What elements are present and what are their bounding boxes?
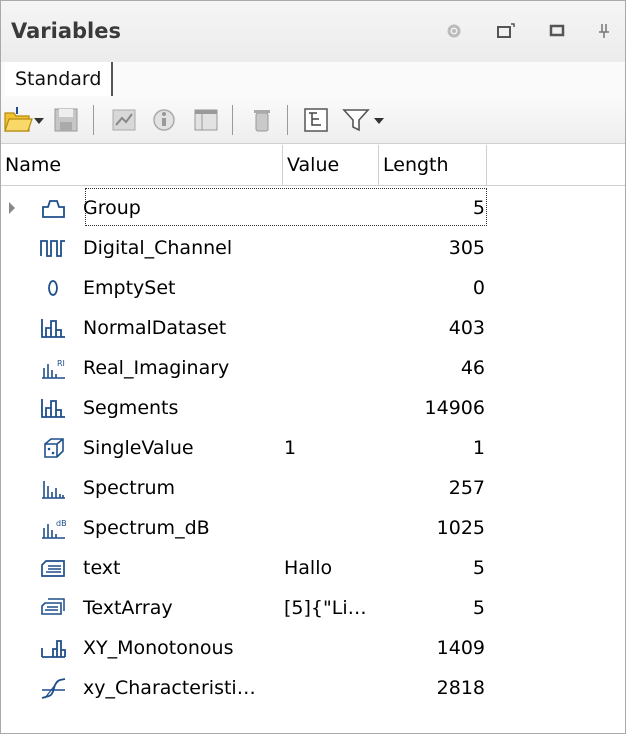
row-name: Spectrum <box>83 477 176 499</box>
variables-panel: Variables Standard Name Value Length Gro… <box>0 0 626 734</box>
digital-channel-icon <box>40 240 65 257</box>
xy-characteristic-icon <box>41 678 66 699</box>
open-folder-icon[interactable] <box>3 105 33 135</box>
table-icon[interactable] <box>191 105 221 135</box>
row-value: 1 <box>284 437 297 459</box>
toolbar-separator <box>93 105 94 135</box>
delete-icon[interactable] <box>247 105 277 135</box>
row-value: [5]{"Li… <box>284 597 367 619</box>
column-header-name[interactable]: Name <box>1 145 283 185</box>
row-name: xy_Characteristi… <box>83 677 256 699</box>
maximize-icon[interactable] <box>547 21 567 41</box>
row-name: SingleValue <box>83 437 194 459</box>
save-icon[interactable] <box>51 105 81 135</box>
row-name: XY_Monotonous <box>83 637 234 659</box>
info-icon[interactable] <box>149 105 179 135</box>
table-row[interactable]: Group 5 <box>1 188 625 228</box>
table-row[interactable]: Digital_Channel 305 <box>1 228 625 268</box>
table-row[interactable]: TextArray [5]{"Li… 5 <box>1 588 625 628</box>
row-length: 1025 <box>436 517 485 539</box>
table-row[interactable]: XY_Monotonous 1409 <box>1 628 625 668</box>
row-value: Hallo <box>284 557 333 579</box>
dataset-icon <box>41 399 65 418</box>
column-header-value[interactable]: Value <box>283 145 379 185</box>
tree-icon[interactable] <box>301 105 331 135</box>
row-name: Digital_Channel <box>83 237 233 259</box>
row-length: 305 <box>448 237 485 259</box>
row-length: 2818 <box>436 677 485 699</box>
toolbar-separator <box>287 105 288 135</box>
tab-standard[interactable]: Standard <box>5 62 114 96</box>
row-length: 257 <box>448 477 485 499</box>
table-header: Name Value Length <box>1 145 625 186</box>
panel-title: Variables <box>11 19 121 43</box>
group-icon <box>42 200 65 218</box>
column-header-length[interactable]: Length <box>379 145 487 185</box>
svg-text:dB: dB <box>56 519 67 528</box>
row-name: NormalDataset <box>83 317 227 339</box>
table-row[interactable]: xy_Characteristi… 2818 <box>1 668 625 708</box>
row-name: Real_Imaginary <box>83 357 230 379</box>
dataset-icon <box>41 319 65 338</box>
toolbar <box>1 97 625 144</box>
real-imaginary-icon: RI <box>42 359 65 379</box>
text-icon <box>41 560 65 577</box>
row-name: EmptySet <box>83 277 176 299</box>
svg-text:RI: RI <box>57 359 65 368</box>
table-row[interactable]: text Hallo 5 <box>1 548 625 588</box>
text-array-icon <box>41 598 65 615</box>
xy-monotonous-icon <box>41 640 66 658</box>
chart-icon[interactable] <box>109 105 139 135</box>
single-value-icon <box>44 438 64 458</box>
panel-titlebar: Variables <box>1 1 625 63</box>
spectrum-db-icon: dB <box>42 519 67 539</box>
table-row[interactable]: Segments 14906 <box>1 388 625 428</box>
table-row[interactable]: SingleValue 1 1 <box>1 428 625 468</box>
variables-table: Group 5 Digital_Channel 305 EmptySet 0 N… <box>1 188 625 708</box>
dropdown-arrow-icon[interactable] <box>31 105 47 135</box>
table-row[interactable]: dB Spectrum_dB 1025 <box>1 508 625 548</box>
row-length: 46 <box>460 357 485 379</box>
table-row[interactable]: RI Real_Imaginary 46 <box>1 348 625 388</box>
row-length: 5 <box>472 197 485 219</box>
expand-arrow-icon[interactable] <box>9 202 15 214</box>
filter-icon[interactable] <box>341 105 371 135</box>
row-name: text <box>83 557 121 579</box>
row-length: 14906 <box>424 397 485 419</box>
row-length: 1409 <box>436 637 485 659</box>
row-length: 1 <box>472 437 485 459</box>
row-length: 5 <box>472 597 485 619</box>
tab-strip: Standard <box>1 62 625 97</box>
dropdown-arrow-icon[interactable] <box>371 105 387 135</box>
row-name: Segments <box>83 397 179 419</box>
gear-icon[interactable] <box>444 21 464 41</box>
float-icon[interactable] <box>496 21 516 41</box>
row-name: Spectrum_dB <box>83 517 210 539</box>
toolbar-separator <box>232 105 233 135</box>
emptyset-icon <box>48 280 58 296</box>
pin-icon[interactable] <box>594 21 614 41</box>
row-name: TextArray <box>83 597 173 619</box>
row-length: 5 <box>472 557 485 579</box>
row-length: 0 <box>472 277 485 299</box>
spectrum-icon <box>42 481 65 499</box>
table-row[interactable]: Spectrum 257 <box>1 468 625 508</box>
row-length: 403 <box>448 317 485 339</box>
table-row[interactable]: NormalDataset 403 <box>1 308 625 348</box>
row-name: Group <box>83 197 141 219</box>
table-row[interactable]: EmptySet 0 <box>1 268 625 308</box>
